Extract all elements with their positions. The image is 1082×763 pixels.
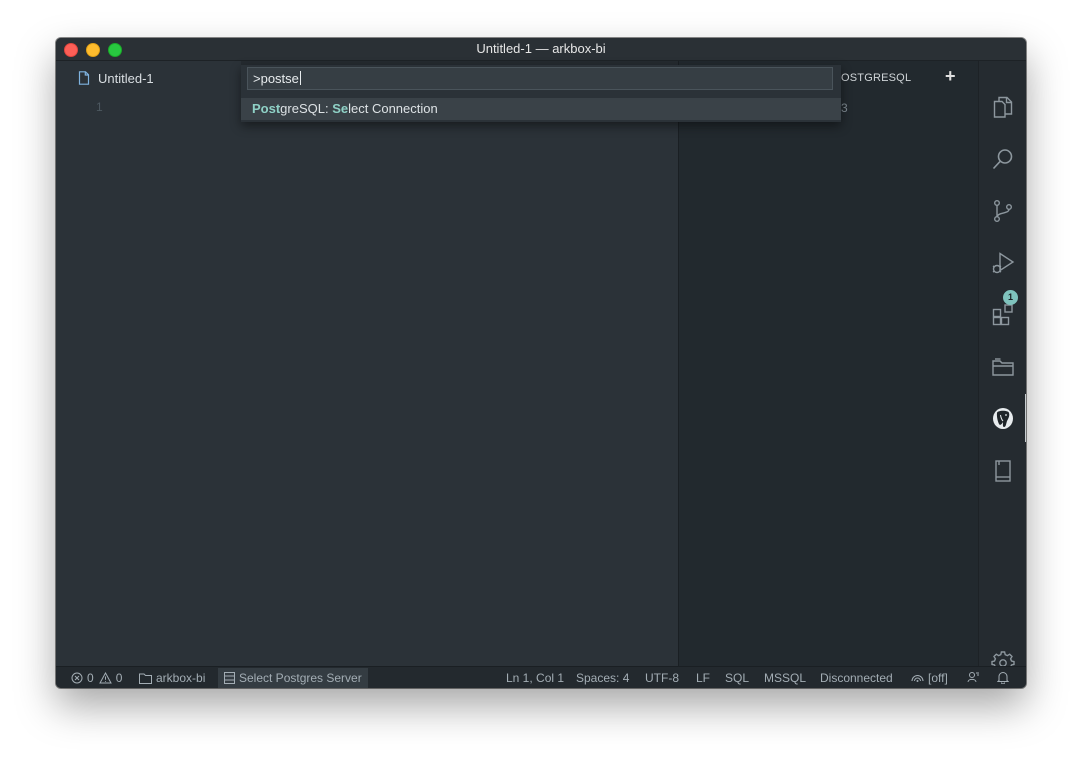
search-icon[interactable] — [991, 147, 1015, 171]
bookmark-icon[interactable] — [991, 459, 1015, 483]
match-highlight: Se — [332, 101, 349, 116]
live-status-label: [off] — [928, 671, 948, 685]
status-bar: 0 0 arkbox-bi Select Postgres Server Ln … — [56, 666, 1026, 688]
command-result-select-connection[interactable]: PostgreSQL: Select Connection — [241, 98, 841, 120]
command-palette: >postse PostgreSQL: Select Connection — [241, 65, 841, 122]
tab-untitled-1[interactable]: Untitled-1 — [56, 61, 241, 95]
language-mode[interactable]: SQL — [725, 671, 749, 685]
source-control-icon[interactable] — [991, 199, 1015, 223]
connection-status[interactable]: Disconnected — [820, 671, 893, 685]
extensions-badge: 1 — [1003, 290, 1018, 305]
live-share-status[interactable]: [off] — [911, 671, 948, 685]
broadcast-icon — [911, 675, 924, 682]
minimize-window-button[interactable] — [86, 43, 100, 57]
zoom-window-button[interactable] — [108, 43, 122, 57]
line-number: 1 — [96, 100, 103, 114]
postgresql-explorer-panel: OSTGRESQL + 3 — [678, 61, 979, 666]
activity-bar: 1 — [978, 61, 1026, 675]
active-view-indicator — [1025, 394, 1026, 442]
indentation-status[interactable]: Spaces: 4 — [576, 671, 629, 685]
eol-status[interactable]: LF — [696, 671, 710, 685]
folder-status[interactable]: arkbox-bi — [139, 671, 205, 685]
command-palette-input[interactable]: >postse — [247, 67, 833, 90]
result-text: lect Connection — [348, 101, 438, 116]
extensions-icon[interactable] — [991, 303, 1015, 327]
folder-icon[interactable] — [991, 355, 1015, 379]
feedback-icon[interactable] — [967, 671, 984, 684]
text-caret — [299, 71, 301, 85]
warning-icon — [98, 672, 112, 684]
error-count: 0 — [87, 671, 94, 685]
server-icon — [224, 672, 235, 684]
cursor-position[interactable]: Ln 1, Col 1 — [506, 671, 564, 685]
mssql-status[interactable]: MSSQL — [764, 671, 806, 685]
problems-indicator[interactable]: 0 0 — [71, 671, 122, 685]
encoding-status[interactable]: UTF-8 — [645, 671, 679, 685]
title-bar: Untitled-1 — arkbox-bi — [56, 38, 1026, 61]
panel-title: OSTGRESQL — [841, 72, 912, 84]
editor-area[interactable]: 1 — [56, 95, 678, 666]
match-highlight: Post — [252, 101, 281, 116]
vscode-window: Untitled-1 — arkbox-bi Untitled-1 1 OSTG… — [56, 38, 1026, 688]
file-icon — [78, 71, 90, 85]
warning-count: 0 — [115, 671, 123, 685]
tab-label: Untitled-1 — [98, 70, 154, 86]
notifications-bell-icon[interactable] — [997, 671, 1013, 684]
select-postgres-server-button[interactable]: Select Postgres Server — [218, 668, 368, 688]
panel-partial-text: 3 — [841, 101, 848, 115]
run-debug-icon[interactable] — [991, 251, 1015, 275]
postgresql-icon[interactable] — [991, 407, 1015, 431]
command-input-value: >postse — [253, 71, 299, 86]
window-title: Untitled-1 — arkbox-bi — [476, 41, 606, 56]
result-text: greSQL: — [280, 101, 333, 116]
explorer-icon[interactable] — [991, 95, 1015, 119]
traffic-lights — [64, 43, 122, 57]
server-label: Select Postgres Server — [239, 671, 362, 685]
add-connection-button[interactable]: + — [945, 66, 956, 87]
close-window-button[interactable] — [64, 43, 78, 57]
error-icon — [71, 672, 83, 684]
folder-name: arkbox-bi — [156, 671, 206, 685]
folder-small-icon — [139, 673, 152, 684]
